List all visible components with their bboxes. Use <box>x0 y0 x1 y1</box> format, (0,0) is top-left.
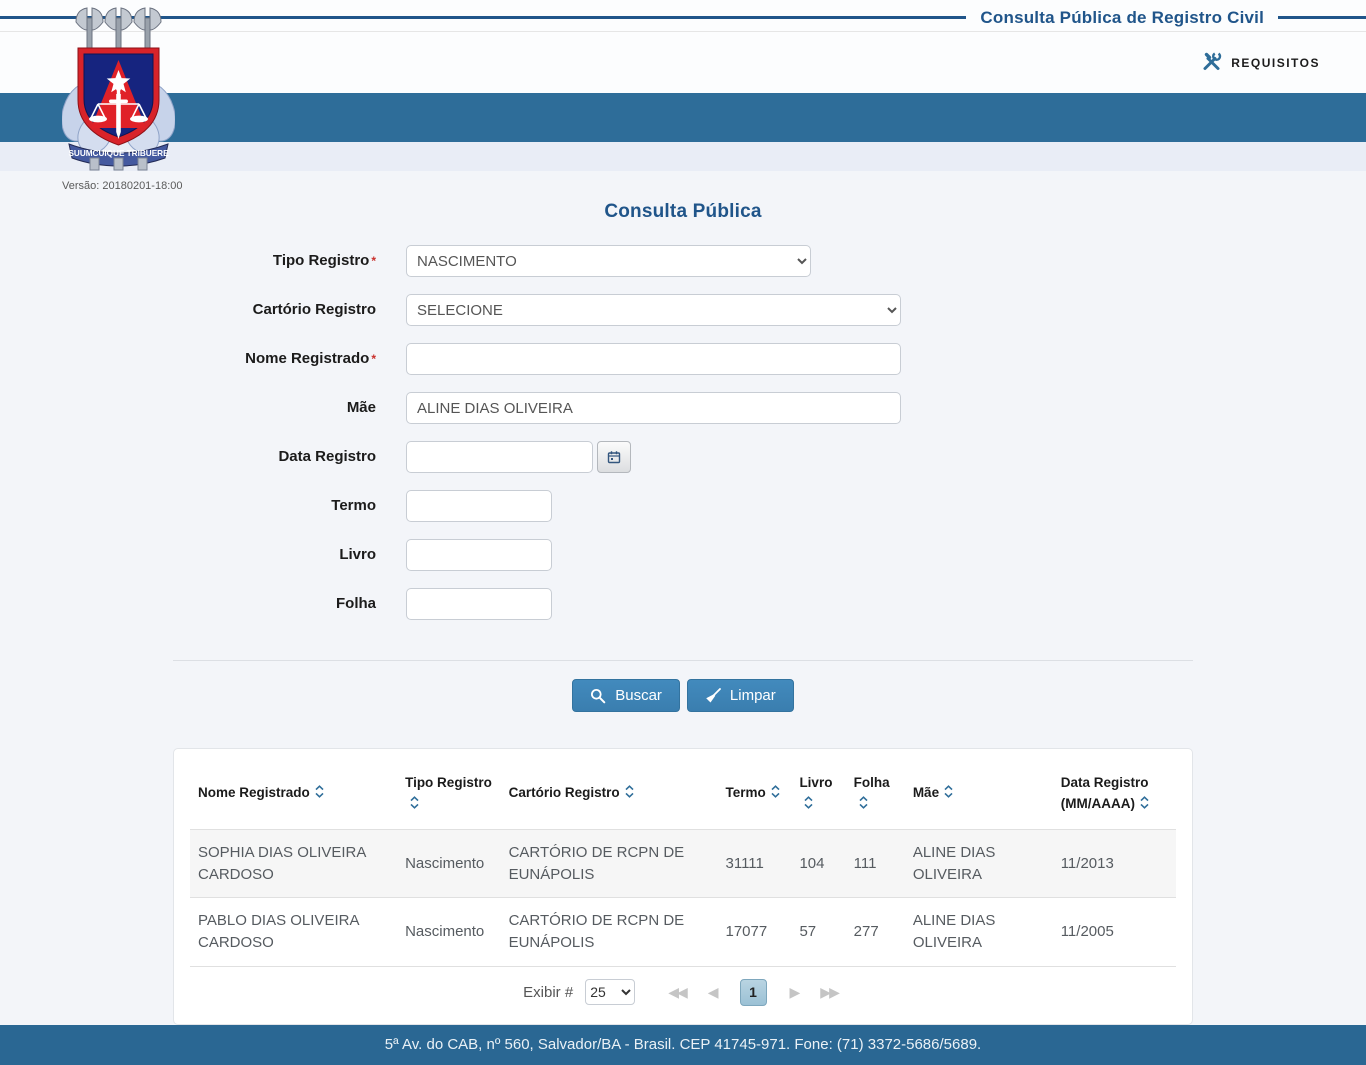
required-marker: * <box>371 254 376 268</box>
cell-cartorio: CARTÓRIO DE RCPN DE EUNÁPOLIS <box>508 912 685 952</box>
header-data-registro[interactable]: Data Registro (MM/AAAA) <box>1053 763 1176 829</box>
required-marker: * <box>371 352 376 366</box>
livro-input[interactable] <box>406 539 552 571</box>
table-row[interactable]: PABLO DIAS OLIVEIRA CARDOSO Nascimento C… <box>190 897 1176 967</box>
cartorio-registro-select[interactable]: SELECIONE <box>406 294 901 326</box>
cell-folha: 111 <box>853 854 877 872</box>
form-row-tipo-registro: Tipo Registro * NASCIMENTO <box>173 245 1193 277</box>
buscar-label: Buscar <box>615 687 662 704</box>
nome-registrado-label: Nome Registrado * <box>245 350 376 367</box>
footer: 5ª Av. do CAB, nº 560, Salvador/BA - Bra… <box>0 1024 1366 1065</box>
tjba-logo: SUUMCUIQUE TRIBUERE Versão: 20180201-18:… <box>61 4 183 192</box>
header-livro[interactable]: Livro <box>791 763 845 829</box>
results-table: Nome Registrado Tipo Registro Cartório R… <box>190 763 1176 967</box>
search-form: Tipo Registro * NASCIMENTO Cartório Regis… <box>173 245 1193 712</box>
button-row: Buscar Limpar <box>173 679 1193 712</box>
prev-page-icon[interactable]: ◀ <box>703 984 722 1001</box>
blue-band <box>0 93 1366 142</box>
cell-livro: 57 <box>799 923 817 941</box>
tools-icon <box>1201 51 1222 75</box>
light-band <box>0 142 1366 171</box>
exibir-label: Exibir # <box>523 983 574 1001</box>
version-text: Versão: 20180201-18:00 <box>62 180 183 192</box>
sort-icon[interactable] <box>858 795 869 817</box>
cell-tipo: Nascimento <box>405 923 485 941</box>
form-row-data-registro: Data Registro <box>173 441 1193 473</box>
limpar-label: Limpar <box>729 687 776 704</box>
nome-registrado-input[interactable] <box>406 343 901 375</box>
cell-data: 11/2013 <box>1060 854 1114 872</box>
cell-folha: 277 <box>853 923 879 941</box>
form-row-cartorio-registro: Cartório Registro SELECIONE <box>173 294 1193 326</box>
form-row-termo: Termo <box>173 490 1193 522</box>
table-row[interactable]: SOPHIA DIAS OLIVEIRA CARDOSO Nascimento … <box>190 829 1176 898</box>
footer-address: 5ª Av. do CAB, nº 560, Salvador/BA - Bra… <box>384 1036 982 1054</box>
cell-termo: 31111 <box>725 854 764 872</box>
buscar-button[interactable]: Buscar <box>572 679 680 712</box>
page-size-select[interactable]: 25 <box>585 979 636 1006</box>
search-icon <box>591 688 606 703</box>
sort-icon[interactable] <box>803 795 814 817</box>
limpar-button[interactable]: Limpar <box>686 679 794 712</box>
next-page-icon[interactable]: ▶ <box>785 984 804 1001</box>
tipo-registro-label: Tipo Registro * <box>272 252 376 269</box>
sort-icon[interactable] <box>770 784 781 806</box>
sort-icon[interactable] <box>943 784 954 806</box>
form-row-livro: Livro <box>173 539 1193 571</box>
requisitos-label: REQUISITOS <box>1231 55 1320 70</box>
termo-input[interactable] <box>406 490 552 522</box>
results-panel: Nome Registrado Tipo Registro Cartório R… <box>173 748 1193 1025</box>
page: SUUMCUIQUE TRIBUERE Versão: 20180201-18:… <box>0 0 1366 1065</box>
cell-nome: PABLO DIAS OLIVEIRA CARDOSO <box>198 912 359 952</box>
logo-motto: SUUMCUIQUE TRIBUERE <box>68 149 169 158</box>
sort-icon[interactable] <box>1139 795 1150 817</box>
data-registro-label: Data Registro <box>278 448 376 465</box>
pagination: Exibir # 25 ◀◀ ◀ 1 ▶ ▶▶ <box>190 978 1176 1012</box>
cell-data: 11/2005 <box>1060 923 1114 941</box>
main-content: Consulta Pública Tipo Registro * NASCIMEN… <box>173 171 1193 1025</box>
header-cartorio-registro[interactable]: Cartório Registro <box>501 763 718 829</box>
header-nome-registrado[interactable]: Nome Registrado <box>190 763 397 829</box>
table-header-row: Nome Registrado Tipo Registro Cartório R… <box>190 763 1176 829</box>
header-folha[interactable]: Folha <box>846 763 905 829</box>
first-page-icon[interactable]: ◀◀ <box>663 984 691 1001</box>
cartorio-registro-label: Cartório Registro <box>252 301 376 318</box>
header-tipo-registro[interactable]: Tipo Registro <box>397 763 501 829</box>
header-termo[interactable]: Termo <box>718 763 792 829</box>
cell-tipo: Nascimento <box>405 854 485 872</box>
sort-icon[interactable] <box>409 795 420 817</box>
header: Consulta Pública de Registro Civil REQUI… <box>0 0 1366 93</box>
form-row-nome-registrado: Nome Registrado * <box>173 343 1193 375</box>
last-page-icon[interactable]: ▶▶ <box>815 984 843 1001</box>
mae-input[interactable] <box>406 392 901 424</box>
calendar-icon <box>607 451 621 464</box>
coat-of-arms-icon: SUUMCUIQUE TRIBUERE <box>61 7 176 171</box>
requisitos-link[interactable]: REQUISITOS <box>1201 51 1320 75</box>
form-row-mae: Mãe <box>173 392 1193 424</box>
sort-icon[interactable] <box>314 784 325 806</box>
header-mae[interactable]: Mãe <box>905 763 1053 829</box>
folha-label: Folha <box>336 595 376 612</box>
site-title: Consulta Pública de Registro Civil <box>966 5 1278 31</box>
termo-label: Termo <box>331 497 376 514</box>
mae-label: Mãe <box>346 399 376 416</box>
sort-icon[interactable] <box>624 784 635 806</box>
folha-input[interactable] <box>406 588 552 620</box>
broom-icon <box>706 687 721 702</box>
calendar-button[interactable] <box>597 441 631 473</box>
data-registro-input[interactable] <box>406 441 593 473</box>
cell-nome: SOPHIA DIAS OLIVEIRA CARDOSO <box>198 843 366 883</box>
page-title: Consulta Pública <box>604 201 762 222</box>
cell-cartorio: CARTÓRIO DE RCPN DE EUNÁPOLIS <box>508 843 685 883</box>
livro-label: Livro <box>339 546 376 563</box>
form-divider <box>173 660 1193 661</box>
cell-termo: 17077 <box>725 923 768 941</box>
header-subbar: REQUISITOS <box>0 31 1366 93</box>
cell-mae: ALINE DIAS OLIVEIRA <box>912 912 996 952</box>
cell-mae: ALINE DIAS OLIVEIRA <box>912 843 996 883</box>
cell-livro: 104 <box>799 854 825 872</box>
form-row-folha: Folha <box>173 588 1193 620</box>
tipo-registro-select[interactable]: NASCIMENTO <box>406 245 811 277</box>
page-number-button[interactable]: 1 <box>739 978 767 1006</box>
